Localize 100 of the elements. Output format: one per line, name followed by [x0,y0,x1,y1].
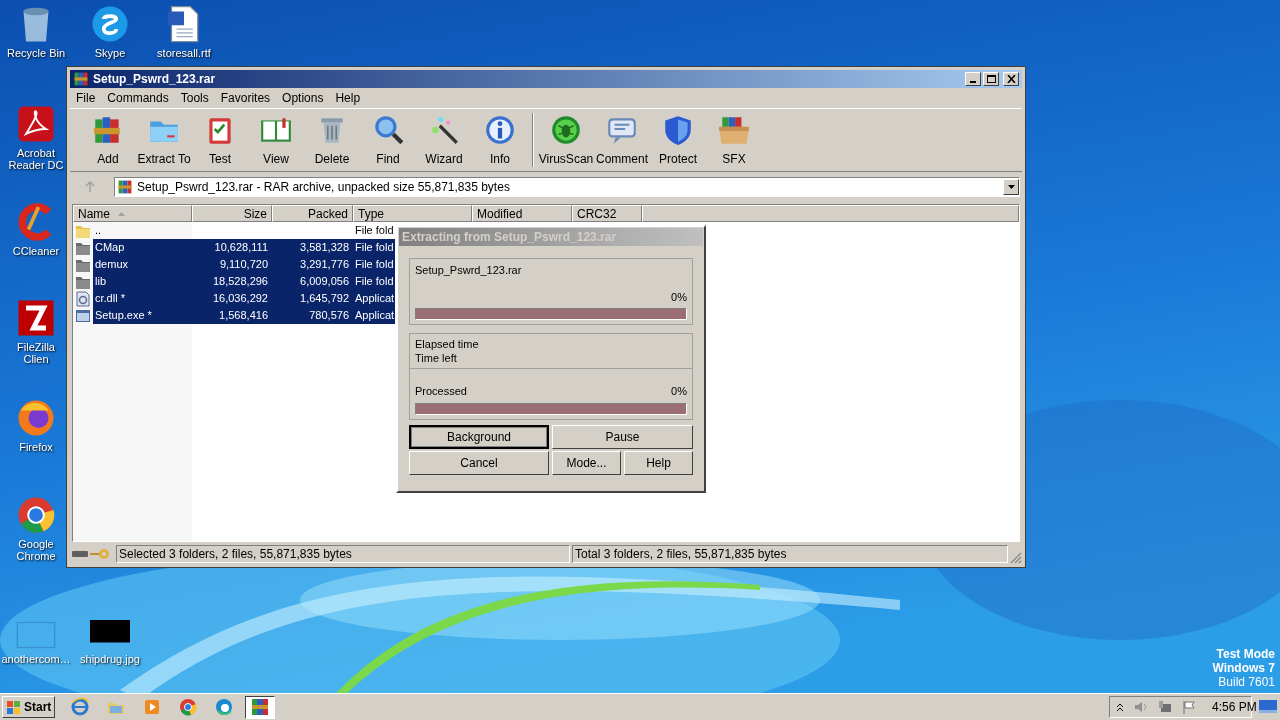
browser-icon [16,398,56,438]
flag-icon [1182,700,1196,714]
close-button[interactable] [1003,72,1019,86]
toolbar-button[interactable]: Wizard [416,109,472,171]
file-row[interactable]: .. File fold [73,222,395,239]
toolbar-button[interactable]: Extract To [136,109,192,171]
table-cell: 9,110,720 [192,256,272,273]
table-cell: Applicat [353,290,395,307]
archive-app-icon [117,178,133,195]
toolbar-button[interactable]: VirusScan [538,109,594,171]
column-header[interactable]: Packed [272,205,353,222]
file-row[interactable]: demux 9,110,720 3,291,776 File fold [73,256,395,273]
window-title: Extracting from Setup_Pswrd_123.rar [402,229,617,246]
sort-arrow-icon [118,211,125,216]
drive-icon [72,549,88,559]
menu-item[interactable]: Options [277,89,329,107]
toolbar-button[interactable]: View [248,109,304,171]
menu-item[interactable]: Commands [102,89,174,107]
toolbar-button[interactable]: Info [472,109,528,171]
program-icon [75,307,91,324]
file-name: demux [93,256,192,273]
status-text: Total 3 folders, 2 files, 55,871,835 bytes [572,545,1008,563]
column-header[interactable]: Name [73,205,192,222]
table-cell: 780,576 [272,307,353,324]
dialog-button[interactable]: Help [624,450,693,475]
table-cell: 3,581,328 [272,239,353,256]
key-icon [90,548,110,560]
resize-grip-icon [1010,552,1022,564]
column-header[interactable]: Size [192,205,272,222]
toolbar-button[interactable]: Find [360,109,416,171]
address-field[interactable]: Setup_Pswrd_123.rar - RAR archive, unpacked size 55,871,835 bytes [114,176,1020,197]
desktop-icon-label[interactable]: FileZilla Clien [3,341,69,365]
toolbar-button[interactable]: Comment [594,109,650,171]
browser-icon [178,697,199,717]
file-row[interactable]: lib 18,528,296 6,009,056 File fold [73,273,395,290]
dialog-button[interactable]: Mode... [552,450,621,475]
file-name: .. [94,223,103,239]
desktop-icon-label[interactable]: Skype [94,47,126,59]
status-text: Selected 3 folders, 2 files, 55,871,835 bytes [116,545,570,563]
desktop-icon-label[interactable]: Google Chrome [3,538,69,562]
window-title: Setup_Pswrd_123.rar [93,71,216,88]
minimize-button[interactable] [965,72,981,86]
archive-app-icon [250,697,271,717]
time-label: Elapsed time [415,337,480,351]
archive-app-icon [73,71,89,87]
taskbar-button[interactable] [245,695,276,719]
dialog-button[interactable]: Background [409,424,549,449]
start-button[interactable]: Start [2,696,56,718]
menu-item[interactable]: File [71,89,101,107]
table-cell: File fold [353,273,395,290]
network-icon [1158,700,1172,714]
chat-app-icon [90,4,130,44]
table-cell: 3,291,776 [272,256,353,273]
file-name: CMap [93,239,192,256]
toolbar-button[interactable]: Delete [304,109,360,171]
time-label: Time left [415,351,458,365]
maximize-button[interactable] [983,72,999,86]
chevron-up-icon [1116,702,1124,712]
menu-item[interactable]: Favorites [215,89,276,107]
table-cell: 6,009,056 [272,273,353,290]
table-cell: 18,528,296 [192,273,272,290]
menu-item[interactable]: Tools [175,89,214,107]
desktop-icon-label[interactable]: Acrobat Reader DC [3,147,69,171]
clock-time[interactable]: 4:56 PM [1212,698,1257,716]
desktop-icon-label[interactable]: Recycle Bin [6,47,66,59]
table-cell: 16,036,292 [192,290,272,307]
browser-icon [70,697,91,717]
column-header[interactable]: Modified [472,205,572,222]
percent-text: 0% [671,384,687,399]
column-header[interactable]: CRC32 [572,205,642,222]
menu-item[interactable]: Help [330,89,366,107]
toolbar-button[interactable]: SFX [706,109,762,171]
up-arrow-icon [84,180,96,193]
maximize-icon [986,75,996,83]
desktop-icon-label[interactable]: storesall.rtf [157,47,211,59]
file-row[interactable]: Setup.exe * 1,568,416 780,576 Applicat [73,307,395,324]
file-name: lib [93,273,192,290]
toolbar-button[interactable]: Protect [650,109,706,171]
percent-text: 0% [671,289,687,305]
file-name: cr.dll * [93,290,192,307]
toolbar-button[interactable]: Add [80,109,136,171]
close-icon [1006,75,1016,83]
archive-name: Setup_Pswrd_123.rar [415,263,523,278]
desktop-icon-label[interactable]: Firefox [19,441,53,453]
file-row[interactable]: cr.dll * 16,036,292 1,645,792 Applicat [73,290,395,307]
os-notice-text: Test Mode [1216,647,1275,661]
file-row[interactable]: CMap 10,628,111 3,581,328 File fold [73,239,395,256]
browser-icon [16,495,56,535]
dialog-button[interactable]: Pause [552,424,693,449]
column-header[interactable]: Type [353,205,472,222]
browser-icon [214,697,235,717]
table-cell: File fold [353,256,395,273]
table-cell: 1,645,792 [272,290,353,307]
desktop-icon-label[interactable]: CCleaner [12,245,60,257]
dialog-button[interactable]: Cancel [409,450,549,475]
os-notice-text: Windows 7 [1212,661,1275,675]
speaker-icon [1134,700,1148,714]
windows-logo-icon [6,699,22,715]
toolbar-button[interactable]: Test [192,109,248,171]
table-cell-text: File fold [354,223,395,239]
